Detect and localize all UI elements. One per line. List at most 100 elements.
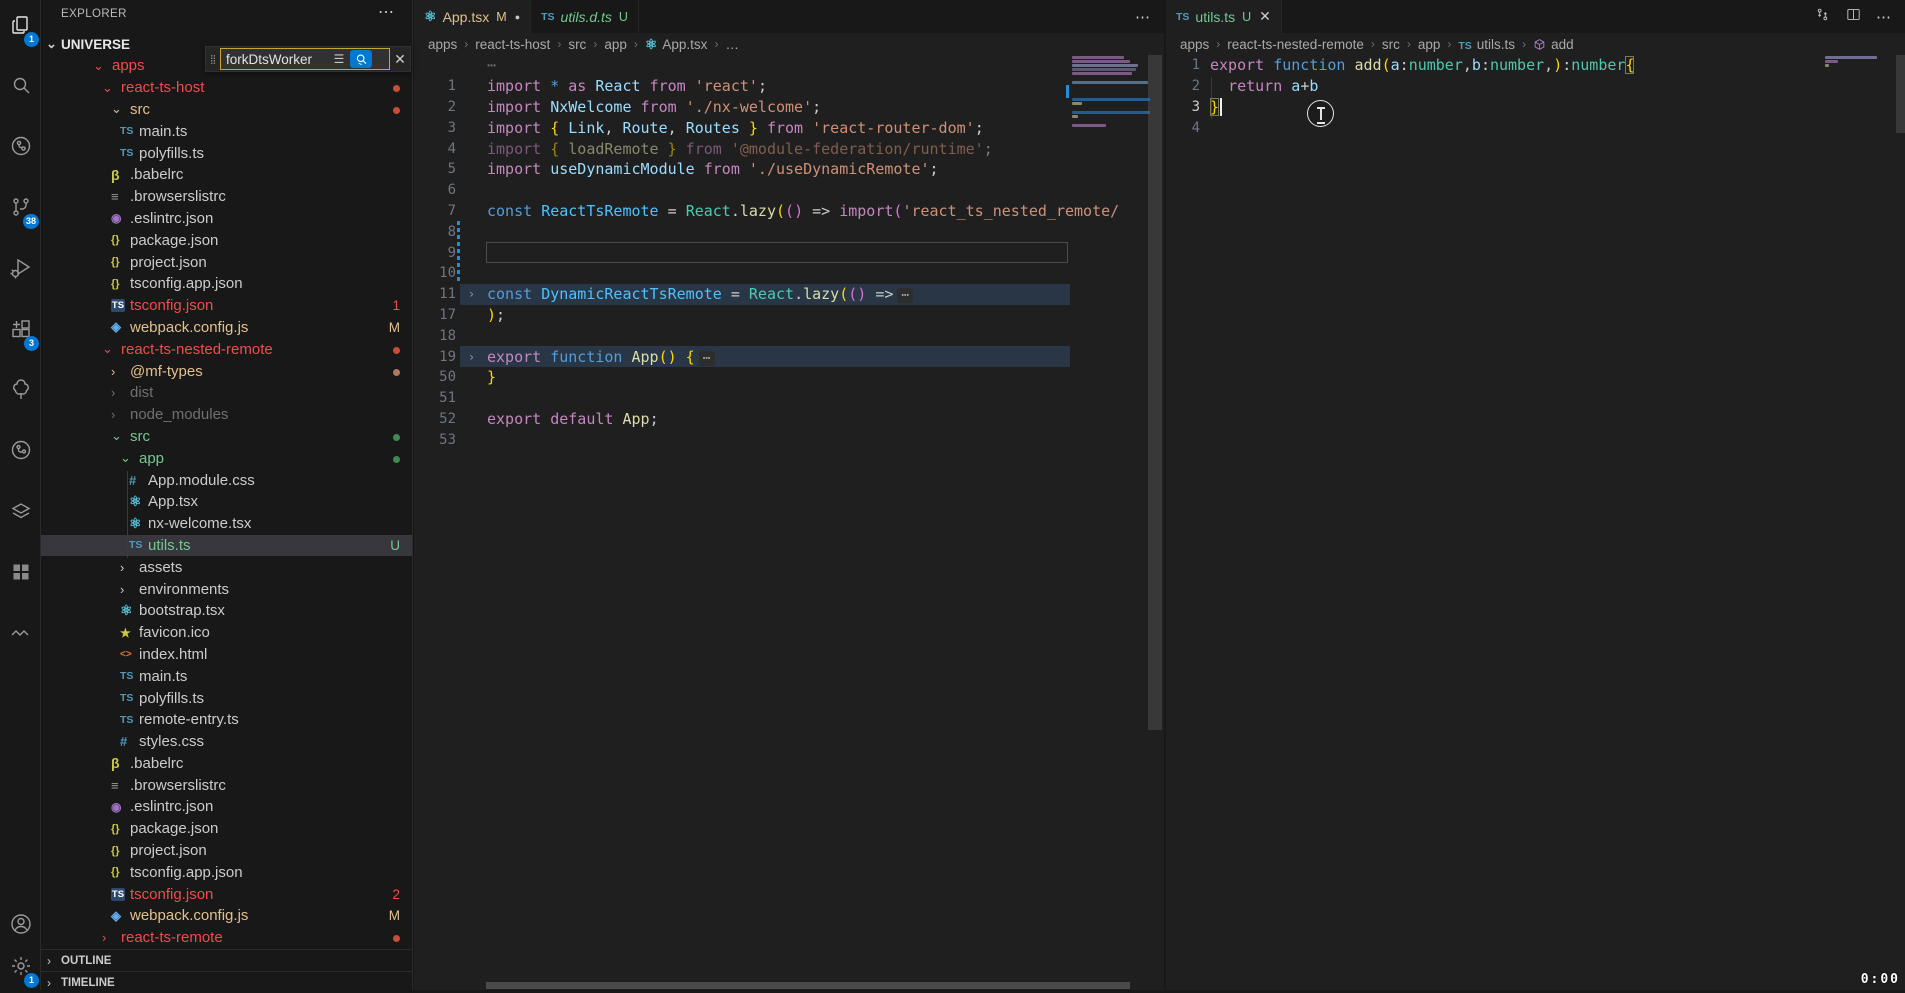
tree-folder-react-ts-host[interactable]: ⌄react-ts-host — [41, 77, 412, 99]
tree-file-App.module.css[interactable]: #App.module.css — [41, 469, 412, 491]
breadcrumb-item-apps[interactable]: apps — [428, 37, 457, 52]
tab-utils.d.ts[interactable]: TSutils.d.tsU — [531, 0, 639, 33]
code-line-52[interactable]: 52export default App; — [414, 409, 1164, 430]
activity-item-accounts[interactable] — [0, 904, 41, 948]
minimap[interactable] — [1070, 55, 1148, 175]
activity-item-search[interactable] — [0, 65, 41, 109]
tree-file-.eslintrc.json[interactable]: ◉.eslintrc.json — [41, 208, 412, 230]
tree-file-styles.css[interactable]: #styles.css — [41, 731, 412, 753]
tree-file-project.json[interactable]: {}project.json — [41, 251, 412, 273]
tree-file-App.tsx[interactable]: ⚛App.tsx — [41, 491, 412, 513]
code-line-4[interactable]: 4 — [1166, 117, 1905, 138]
tree-file-.babelrc[interactable]: β.babelrc — [41, 164, 412, 186]
code-line-1[interactable]: 1import * as React from 'react'; — [414, 76, 1164, 97]
activity-item-explorer[interactable]: 1 — [0, 5, 41, 49]
code-line-53[interactable]: 53 — [414, 429, 1164, 450]
tree-file-main.ts[interactable]: TSmain.ts — [41, 120, 412, 142]
tree-folder-src[interactable]: ⌄src — [41, 426, 412, 448]
tree-file-package.json[interactable]: {}package.json — [41, 229, 412, 251]
breadcrumb-item-react-ts-host[interactable]: react-ts-host — [475, 37, 550, 52]
minimap[interactable] — [1823, 55, 1878, 75]
code-line-ellipsis[interactable]: ⋯ — [414, 55, 1164, 76]
tree-file-favicon.ico[interactable]: ★favicon.ico — [41, 622, 412, 644]
tree-folder-dist[interactable]: ›dist — [41, 382, 412, 404]
close-icon[interactable]: ✕ — [390, 51, 410, 68]
code-line-17[interactable]: 17); — [414, 305, 1164, 326]
tree-file-bootstrap.tsx[interactable]: ⚛bootstrap.tsx — [41, 600, 412, 622]
tree-file-utils.ts[interactable]: TSutils.tsU — [41, 535, 412, 557]
tree-file-tsconfig.json[interactable]: TStsconfig.json1 — [41, 295, 412, 317]
tree-folder-node_modules[interactable]: ›node_modules — [41, 404, 412, 426]
tree-file-package.json[interactable]: {}package.json — [41, 818, 412, 840]
more-actions[interactable]: ⋯ — [1135, 8, 1150, 26]
tree-folder-react-ts-nested-remote[interactable]: ⌄react-ts-nested-remote — [41, 338, 412, 360]
code-line-3[interactable]: 3import { Link, Route, Routes } from 're… — [414, 117, 1164, 138]
activity-item-todo-tree[interactable] — [0, 370, 41, 414]
tree-file-remote-entry.ts[interactable]: TSremote-entry.ts — [41, 709, 412, 731]
activity-item-git-graph[interactable] — [0, 430, 41, 474]
breadcrumb-item-react-ts-nested-remote[interactable]: react-ts-nested-remote — [1227, 37, 1364, 52]
activity-item-settings[interactable]: 1 — [0, 946, 41, 990]
horizontal-scrollbar[interactable] — [486, 982, 1130, 989]
tree-file-tsconfig.json[interactable]: TStsconfig.json2 — [41, 883, 412, 905]
code-line-1[interactable]: 1export function add(a:number,b:number,)… — [1166, 55, 1905, 76]
activity-item-nx-console[interactable] — [0, 491, 41, 535]
tree-file-polyfills.ts[interactable]: TSpolyfills.ts — [41, 142, 412, 164]
code-line-3[interactable]: 3} — [1166, 97, 1905, 118]
close-icon[interactable]: ✕ — [1259, 8, 1271, 25]
breadcrumb-item-apps[interactable]: apps — [1180, 37, 1209, 52]
code-line-18[interactable]: 18 — [414, 325, 1164, 346]
code-line-50[interactable]: 50} — [414, 367, 1164, 388]
code-editor-app-tsx[interactable]: ⋯1import * as React from 'react';2import… — [414, 55, 1164, 990]
code-line-10[interactable]: 10 — [414, 263, 1164, 284]
activity-item-console-wave[interactable] — [0, 613, 41, 657]
drag-handle-icon[interactable]: ⣿ — [206, 55, 220, 63]
tree-folder-assets[interactable]: ›assets — [41, 556, 412, 578]
tree-file-webpack.config.js[interactable]: ◈webpack.config.jsM — [41, 317, 412, 339]
tree-file-.browserslistrc[interactable]: ≡.browserslistrc — [41, 774, 412, 796]
tree-file-.babelrc[interactable]: β.babelrc — [41, 753, 412, 775]
breadcrumb-item-utils.ts[interactable]: TSutils.ts — [1458, 37, 1515, 52]
more-actions[interactable]: ⋯ — [1876, 8, 1891, 26]
tree-file-tsconfig.app.json[interactable]: {}tsconfig.app.json — [41, 861, 412, 883]
dirty-indicator[interactable]: ● — [515, 12, 520, 22]
tree-file-tsconfig.app.json[interactable]: {}tsconfig.app.json — [41, 273, 412, 295]
activity-item-source-control[interactable]: 38 — [0, 187, 41, 231]
breadcrumb-item-src[interactable]: src — [568, 37, 586, 52]
tree-file-polyfills.ts[interactable]: TSpolyfills.ts — [41, 687, 412, 709]
find-input[interactable] — [226, 52, 330, 67]
code-line-4[interactable]: 4import { loadRemote } from '@module-fed… — [414, 138, 1164, 159]
tree-folder-react-ts-remote[interactable]: ›react-ts-remote — [41, 927, 412, 949]
code-line-7[interactable]: 7const ReactTsRemote = React.lazy(() => … — [414, 201, 1164, 222]
breadcrumb-item-app[interactable]: app — [604, 37, 627, 52]
fuzzy-search-toggle[interactable] — [350, 50, 372, 68]
code-line-6[interactable]: 6 — [414, 180, 1164, 201]
split-editor-icon[interactable] — [1845, 6, 1862, 28]
code-line-9[interactable]: 9 — [414, 242, 1164, 263]
tree-file-.eslintrc.json[interactable]: ◉.eslintrc.json — [41, 796, 412, 818]
tree-folder-src[interactable]: ⌄src — [41, 99, 412, 121]
breadcrumb-item-add[interactable]: add — [1533, 37, 1574, 52]
tree-file-webpack.config.js[interactable]: ◈webpack.config.jsM — [41, 905, 412, 927]
activity-item-source-control-graph[interactable] — [0, 126, 41, 170]
tree-folder-environments[interactable]: ›environments — [41, 578, 412, 600]
code-line-51[interactable]: 51 — [414, 388, 1164, 409]
tree-file-nx-welcome.tsx[interactable]: ⚛nx-welcome.tsx — [41, 513, 412, 535]
vertical-scrollbar[interactable] — [1896, 55, 1905, 133]
breadcrumb-item-app[interactable]: app — [1418, 37, 1441, 52]
code-line-8[interactable]: 8 — [414, 221, 1164, 242]
vertical-scrollbar[interactable] — [1148, 55, 1162, 730]
sidebar-more-actions[interactable]: ⋯ — [378, 2, 394, 22]
tree-file-index.html[interactable]: <>index.html — [41, 644, 412, 666]
tab-utils.ts[interactable]: TSutils.tsU✕ — [1166, 0, 1282, 33]
code-line-2[interactable]: 2 return a+b — [1166, 76, 1905, 97]
activity-item-extensions[interactable]: 3 — [0, 309, 41, 353]
tree-file-.browserslistrc[interactable]: ≡.browserslistrc — [41, 186, 412, 208]
filter-icon[interactable]: ☰ — [330, 52, 348, 66]
code-line-11[interactable]: 11›const DynamicReactTsRemote = React.la… — [414, 284, 1164, 305]
tree-file-main.ts[interactable]: TSmain.ts — [41, 665, 412, 687]
code-line-5[interactable]: 5import useDynamicModule from './useDyna… — [414, 159, 1164, 180]
tree-file-project.json[interactable]: {}project.json — [41, 840, 412, 862]
tab-App.tsx[interactable]: ⚛App.tsxM● — [414, 0, 531, 33]
breadcrumb-item-src[interactable]: src — [1382, 37, 1400, 52]
